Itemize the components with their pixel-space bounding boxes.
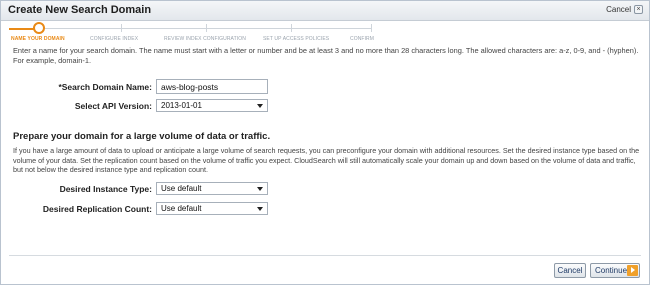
step-marker [121, 24, 122, 32]
continue-button[interactable]: Continue [590, 263, 640, 278]
chevron-down-icon [257, 207, 263, 211]
replication-count-value: Use default [161, 204, 202, 213]
volume-section-description: If you have a large amount of data to up… [13, 146, 640, 174]
cancel-button-label: Cancel [557, 266, 583, 275]
api-version-label: Select API Version: [74, 100, 152, 111]
step-set-up-access-policies: SET UP ACCESS POLICIES [263, 36, 330, 42]
step-confirm: CONFIRM [350, 36, 375, 42]
create-search-domain-dialog: Create New Search Domain Cancel × NAME Y… [0, 0, 650, 285]
footer-divider [9, 255, 641, 256]
step-marker [371, 24, 372, 32]
volume-section-heading: Prepare your domain for a large volume o… [13, 131, 271, 142]
replication-count-label: Desired Replication Count: [42, 203, 152, 214]
api-version-select[interactable]: 2013-01-01 [156, 99, 268, 112]
api-version-value: 2013-01-01 [161, 101, 202, 110]
chevron-down-icon [257, 187, 263, 191]
replication-count-select[interactable]: Use default [156, 202, 268, 215]
continue-button-label: Continue [595, 266, 628, 275]
api-version-row: Select API Version: 2013-01-01 [41, 99, 268, 112]
arrow-right-icon [627, 265, 638, 276]
replication-count-row: Desired Replication Count: Use default [21, 202, 268, 215]
step-marker [206, 24, 207, 32]
current-step-indicator [33, 22, 45, 34]
domain-name-input[interactable] [156, 79, 268, 94]
instance-type-value: Use default [161, 184, 202, 193]
cancel-button[interactable]: Cancel [554, 263, 586, 278]
chevron-down-icon [257, 104, 263, 108]
instance-type-label: Desired Instance Type: [59, 183, 152, 194]
dialog-close-label: Cancel [606, 5, 631, 14]
close-icon[interactable]: × [634, 5, 643, 14]
dialog-title: Create New Search Domain [8, 4, 152, 16]
instance-type-row: Desired Instance Type: Use default [21, 182, 268, 195]
wizard-progress: NAME YOUR DOMAIN CONFIGURE INDEX REVIEW … [1, 21, 649, 43]
domain-name-row: *Search Domain Name: [41, 79, 268, 94]
step-marker [291, 24, 292, 32]
intro-text: Enter a name for your search domain. The… [13, 46, 639, 65]
step-configure-index: CONFIGURE INDEX [90, 36, 139, 42]
dialog-titlebar: Create New Search Domain Cancel × [1, 1, 649, 21]
dialog-close-button[interactable]: Cancel × [606, 5, 643, 14]
step-review-index-configuration: REVIEW INDEX CONFIGURATION [164, 36, 246, 42]
instance-type-select[interactable]: Use default [156, 182, 268, 195]
step-name-your-domain: NAME YOUR DOMAIN [11, 36, 65, 42]
domain-name-label: *Search Domain Name: [58, 81, 152, 92]
